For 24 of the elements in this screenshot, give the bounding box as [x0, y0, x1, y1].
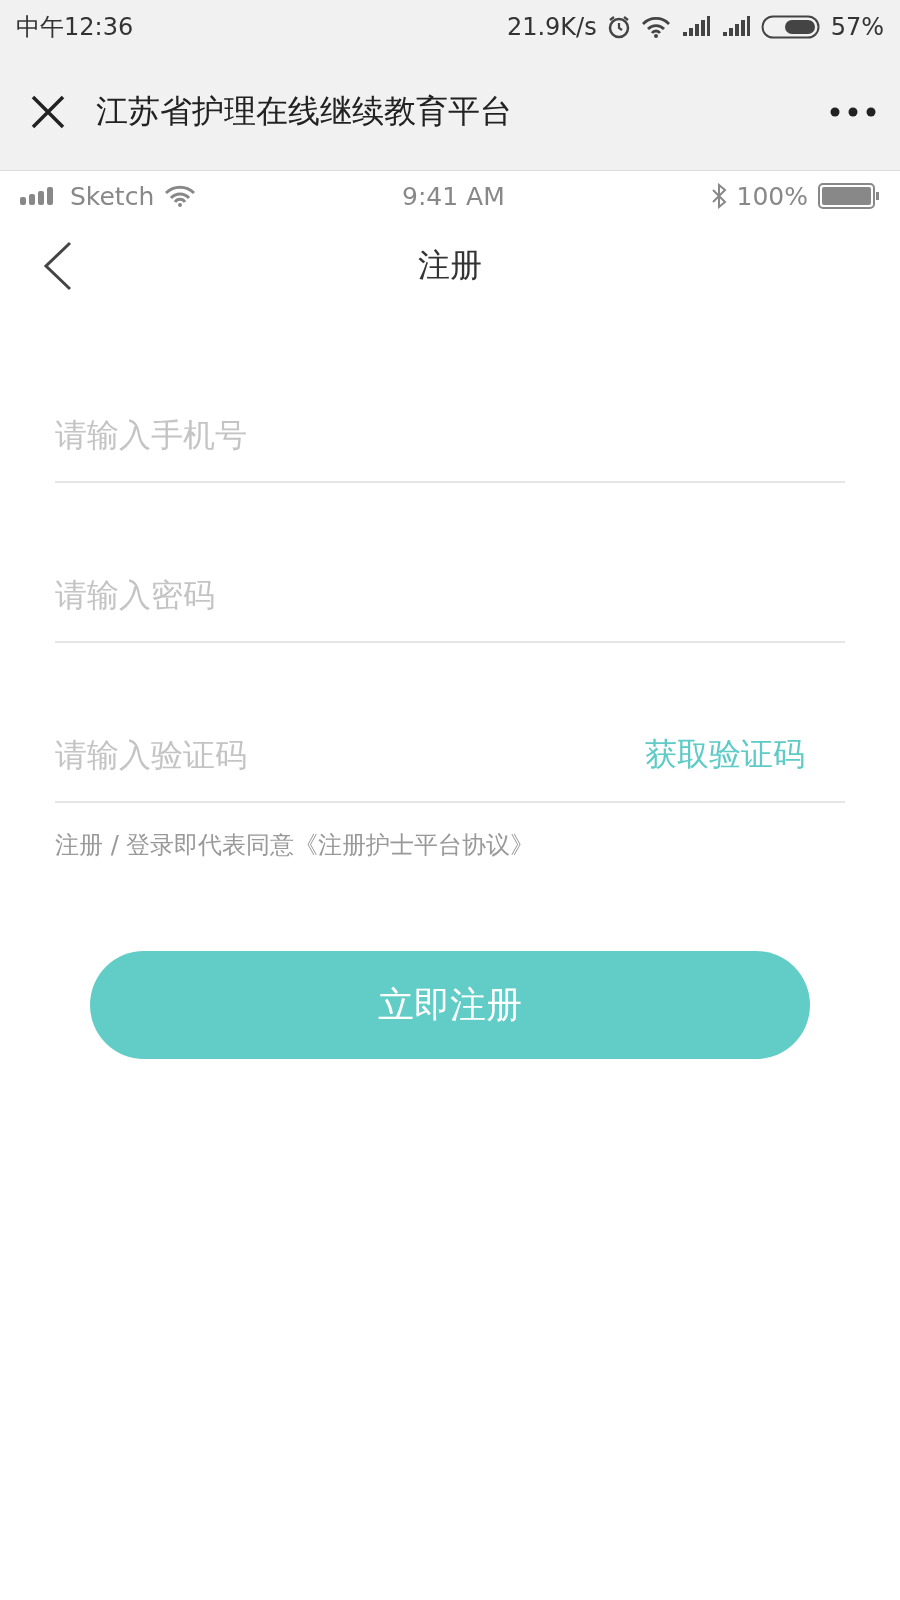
signal-icon	[720, 16, 751, 38]
input-field[interactable]: 请输入手机号	[55, 405, 845, 465]
battery-icon	[818, 183, 880, 209]
bluetooth-icon	[710, 183, 727, 209]
register-button[interactable]: 立即注册	[90, 951, 810, 1059]
battery-percent: 100%	[736, 181, 808, 211]
clock-time: 9:41 AM	[401, 181, 506, 211]
alarm-icon	[606, 15, 631, 39]
battery-percent: 57%	[830, 13, 884, 41]
get-code-button[interactable]: 获取验证码	[645, 733, 845, 777]
header-title: 注册	[417, 245, 483, 286]
agreement-text: 注册 / 登录即代表同意《注册护士平台协议》	[55, 830, 536, 861]
battery-icon	[760, 15, 821, 39]
input-field[interactable]: 请输入验证码	[55, 725, 645, 785]
input-field[interactable]: 请输入密码	[55, 565, 845, 625]
signal-icon	[680, 16, 711, 38]
carrier-name: Sketch	[70, 181, 155, 211]
wifi-icon	[164, 185, 197, 207]
clock-time: 中午12:36	[16, 12, 134, 43]
page-title: 江苏省护理在线继续教育平台	[96, 91, 513, 132]
network-speed: 21.9K/s	[506, 13, 597, 41]
close-icon[interactable]	[30, 94, 66, 130]
more-icon[interactable]	[830, 107, 876, 117]
wifi-icon	[640, 16, 671, 38]
